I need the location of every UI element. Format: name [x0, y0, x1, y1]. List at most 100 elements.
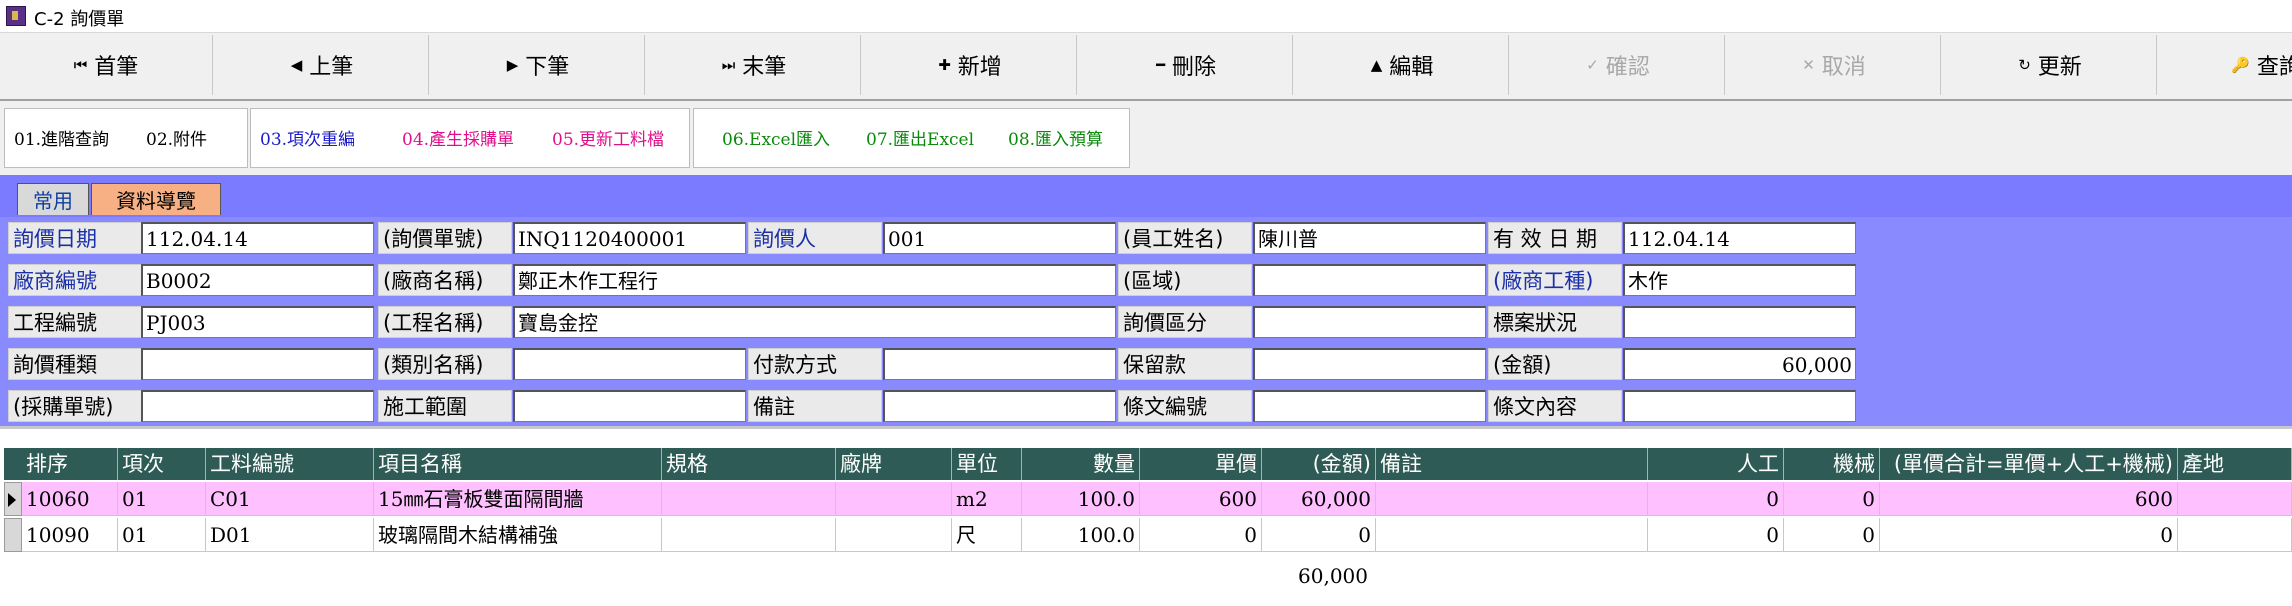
first-record-button-label: 首筆 — [94, 55, 139, 80]
table-cell[interactable]: 0 — [1262, 518, 1376, 552]
project-no-field[interactable]: PJ003 — [141, 306, 374, 338]
table-cell[interactable]: 01 — [118, 518, 206, 552]
prev-record-button[interactable]: ◀ 上筆 — [216, 35, 429, 95]
project-name-field[interactable]: 寶島金控 — [513, 306, 1116, 338]
inquiry-date-field[interactable]: 112.04.14 — [141, 222, 374, 254]
table-cell[interactable]: 10060 — [22, 482, 118, 516]
column-header[interactable]: 人工 — [1648, 448, 1784, 480]
attachments-button[interactable]: 02.附件 — [146, 108, 207, 166]
inquirer-field[interactable]: 001 — [883, 222, 1116, 254]
table-cell[interactable]: 0 — [1784, 482, 1880, 516]
inquiry-section-field[interactable] — [1253, 306, 1486, 338]
column-header[interactable]: 數量 — [1022, 448, 1140, 480]
table-cell[interactable]: 0 — [1140, 518, 1262, 552]
tab-common[interactable]: 常用 — [17, 183, 89, 215]
vendor-no-field[interactable]: B0002 — [141, 264, 374, 296]
amount-field[interactable]: 60,000 — [1623, 348, 1856, 380]
table-cell[interactable]: D01 — [206, 518, 374, 552]
table-cell[interactable]: 600 — [1880, 482, 2178, 516]
vendor-name-field[interactable]: 鄭正木作工程行 — [513, 264, 1116, 296]
key-icon: 🔑 — [2231, 56, 2250, 74]
table-cell[interactable] — [836, 518, 952, 552]
edit-button[interactable]: ▲ 編輯 — [1296, 35, 1509, 95]
remark-field[interactable] — [883, 390, 1116, 422]
column-header[interactable]: 備註 — [1376, 448, 1648, 480]
table-cell[interactable] — [2178, 482, 2292, 516]
column-header[interactable]: 工料編號 — [206, 448, 374, 480]
column-header[interactable]: 項次 — [118, 448, 206, 480]
tender-status-field[interactable] — [1623, 306, 1856, 338]
retention-field[interactable] — [1253, 348, 1486, 380]
advanced-query-button[interactable]: 01.進階查詢 — [14, 108, 109, 166]
confirm-button[interactable]: ✓ 確認 — [1512, 35, 1725, 95]
table-cell[interactable]: 100.0 — [1022, 518, 1140, 552]
excel-import-button[interactable]: 06.Excel匯入 — [722, 108, 830, 166]
type-name-field[interactable] — [513, 348, 746, 380]
next-record-button[interactable]: ▶ 下筆 — [432, 35, 645, 95]
generate-po-button[interactable]: 04.產生採購單 — [402, 108, 514, 166]
po-no-field[interactable] — [141, 390, 374, 422]
table-cell[interactable]: 600 — [1140, 482, 1262, 516]
table-cell[interactable]: 15㎜石膏板雙面隔間牆 — [374, 482, 662, 516]
excel-export-button[interactable]: 07.匯出Excel — [866, 108, 974, 166]
table-cell[interactable]: 尺 — [952, 518, 1022, 552]
refresh-button[interactable]: ↻ 更新 — [1944, 35, 2157, 95]
inquiry-no-field[interactable]: INQ1120400001 — [513, 222, 746, 254]
table-cell[interactable]: 0 — [1784, 518, 1880, 552]
inquiry-type-field[interactable] — [141, 348, 374, 380]
table-cell[interactable] — [1376, 518, 1648, 552]
table-cell[interactable] — [836, 482, 952, 516]
column-header[interactable]: 機械 — [1784, 448, 1880, 480]
retention-label: 保留款 — [1118, 348, 1252, 380]
tab-strip: 常用 資料導覽 — [0, 175, 2292, 217]
add-button[interactable]: ✚ 新增 — [864, 35, 1077, 95]
table-cell[interactable]: 01 — [118, 482, 206, 516]
vendor-no-label: 廠商編號 — [8, 264, 142, 296]
table-cell[interactable]: m2 — [952, 482, 1022, 516]
column-header[interactable]: (金額) — [1262, 448, 1376, 480]
column-header[interactable]: (單價合計=單價+人工+機械) — [1880, 448, 2178, 480]
employee-name-field[interactable]: 陳川普 — [1253, 222, 1486, 254]
region-field[interactable] — [1253, 264, 1486, 296]
import-budget-button[interactable]: 08.匯入預算 — [1008, 108, 1103, 166]
column-header[interactable]: 廠牌 — [836, 448, 952, 480]
first-record-button[interactable]: ⏮ 首筆 — [0, 35, 213, 95]
table-cell[interactable]: 0 — [1648, 518, 1784, 552]
table-cell[interactable] — [1376, 482, 1648, 516]
cancel-button[interactable]: ✕ 取消 — [1728, 35, 1941, 95]
payment-method-field[interactable] — [883, 348, 1116, 380]
column-header[interactable]: 單位 — [952, 448, 1022, 480]
column-header[interactable]: 項目名稱 — [374, 448, 662, 480]
table-cell[interactable] — [662, 518, 836, 552]
delete-button[interactable]: ━ 刪除 — [1080, 35, 1293, 95]
construction-scope-field[interactable] — [513, 390, 746, 422]
row-selector[interactable] — [4, 518, 22, 552]
refresh-icon: ↻ — [2018, 56, 2031, 74]
table-cell[interactable]: 0 — [1648, 482, 1784, 516]
tab-data-navigation[interactable]: 資料導覽 — [91, 183, 221, 215]
table-cell[interactable]: 0 — [1880, 518, 2178, 552]
row-selector[interactable] — [4, 482, 22, 516]
table-cell[interactable] — [662, 482, 836, 516]
table-cell[interactable]: 100.0 — [1022, 482, 1140, 516]
column-header[interactable]: 單價 — [1140, 448, 1262, 480]
search-button[interactable]: 🔑 查詢 — [2160, 35, 2292, 95]
column-header[interactable]: 規格 — [662, 448, 836, 480]
clause-content-field[interactable] — [1623, 390, 1856, 422]
update-material-button[interactable]: 05.更新工料檔 — [552, 108, 664, 166]
column-header[interactable]: 排序 — [22, 448, 118, 480]
table-cell[interactable]: 60,000 — [1262, 482, 1376, 516]
last-record-button[interactable]: ⏭ 末筆 — [648, 35, 861, 95]
vendor-trade-field[interactable]: 木作 — [1623, 264, 1856, 296]
table-cell[interactable] — [2178, 518, 2292, 552]
renumber-items-button[interactable]: 03.項次重編 — [260, 108, 355, 166]
clause-no-field[interactable] — [1253, 390, 1486, 422]
valid-date-field[interactable]: 112.04.14 — [1623, 222, 1856, 254]
table-cell[interactable]: C01 — [206, 482, 374, 516]
table-cell[interactable]: 玻璃隔間木結構補強 — [374, 518, 662, 552]
edit-button-label: 編輯 — [1389, 55, 1434, 80]
table-cell[interactable]: 10090 — [22, 518, 118, 552]
column-header[interactable]: 產地 — [2178, 448, 2292, 480]
inquiry-date-label: 詢價日期 — [8, 222, 142, 254]
detail-grid: 排序 項次 工料編號 項目名稱 規格 廠牌 單位 數量 單價 (金額) 備註 人工 機械 (單價合計=單價… — [0, 426, 2292, 606]
